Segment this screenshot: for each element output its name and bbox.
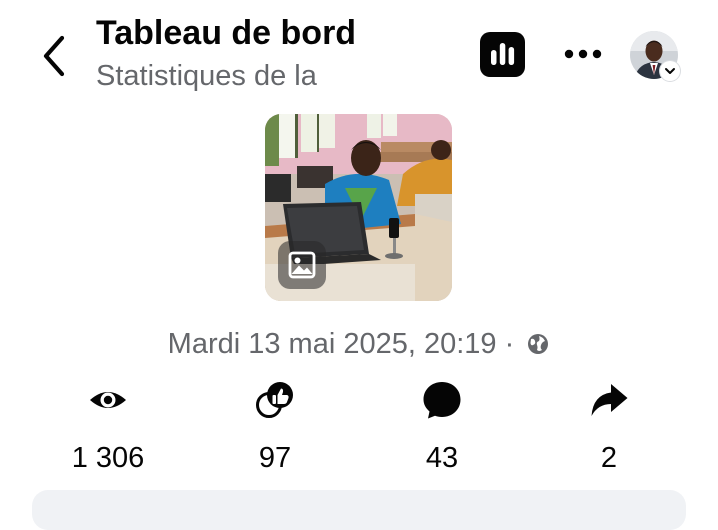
- reactions-icon: [256, 382, 293, 418]
- reactions-count: 97: [258, 442, 292, 474]
- shares-count: 2: [600, 442, 618, 474]
- chevron-left-icon: [43, 35, 65, 77]
- insights-card: [32, 490, 686, 530]
- more-dots-icon: [564, 49, 602, 59]
- views-stat[interactable]: 1 306: [48, 370, 168, 480]
- globe-icon: [526, 325, 550, 369]
- photo-badge: [278, 241, 326, 289]
- post-date: Mardi 13 mai 2025, 20:19: [167, 328, 497, 360]
- post-date-row: Mardi 13 mai 2025, 20:19 ·: [0, 322, 718, 369]
- comments-count: 43: [425, 442, 459, 474]
- page-subtitle: Statistiques de la: [96, 60, 317, 92]
- chevron-down-icon: [665, 68, 675, 74]
- top-bar: Tableau de bord Statistiques de la: [0, 0, 718, 108]
- share-icon: [591, 384, 628, 416]
- more-options-button[interactable]: [560, 40, 606, 68]
- account-switch-button[interactable]: [660, 61, 680, 81]
- page-title: Tableau de bord: [96, 14, 357, 52]
- date-separator: ·: [504, 328, 515, 360]
- insights-button[interactable]: [480, 32, 525, 77]
- back-button[interactable]: [36, 34, 76, 78]
- bar-chart-icon: [491, 43, 515, 65]
- eye-icon: [90, 392, 126, 408]
- shares-stat[interactable]: 2: [549, 370, 669, 480]
- comments-stat[interactable]: 43: [382, 370, 502, 480]
- header-titles: Tableau de bord Statistiques de la: [96, 12, 356, 94]
- reactions-stat[interactable]: 97: [215, 370, 335, 480]
- post-stats: 1 306 97 43 2: [0, 370, 718, 480]
- photo-icon: [288, 251, 316, 279]
- views-count: 1 306: [71, 442, 145, 474]
- comment-icon: [423, 382, 461, 419]
